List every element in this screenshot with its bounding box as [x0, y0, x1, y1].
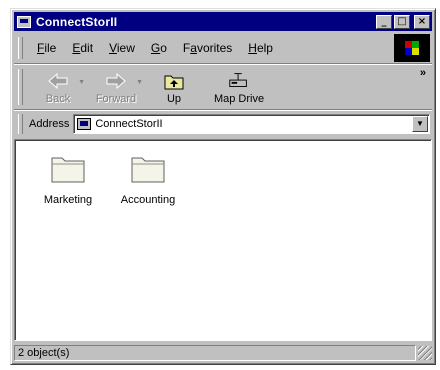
menu-help-label: elp: [256, 41, 273, 55]
folder-icon: [48, 152, 88, 186]
folder-label: Accounting: [120, 194, 176, 206]
close-button[interactable]: ×: [414, 14, 430, 29]
status-bar: 2 object(s): [14, 344, 432, 362]
address-dropdown-button[interactable]: ▼: [412, 116, 428, 132]
toolbar-grip[interactable]: [18, 69, 23, 105]
forward-arrow-icon: [104, 71, 128, 91]
menu-file-label: ile: [44, 41, 57, 55]
resize-grip-icon[interactable]: [418, 346, 432, 360]
menu-favorites-label: vorites: [196, 41, 233, 55]
address-field[interactable]: ConnectStorII ▼: [73, 114, 430, 134]
menu-go-accel: G: [150, 41, 161, 55]
folder-label: Marketing: [43, 194, 93, 206]
up-folder-icon: [162, 71, 186, 91]
menu-go[interactable]: Go: [143, 41, 175, 55]
folder-view[interactable]: Marketing Accounting: [14, 139, 432, 341]
menu-view[interactable]: View: [101, 41, 143, 55]
menu-view-accel: V: [109, 41, 117, 55]
menu-view-label: iew: [116, 41, 135, 55]
window-app-icon[interactable]: [17, 15, 31, 28]
maximize-button[interactable]: □: [394, 14, 410, 29]
window-title: ConnectStorII: [36, 14, 118, 29]
menu-go-label: o: [160, 41, 167, 55]
back-label: Back: [45, 93, 71, 105]
menu-favorites[interactable]: Favorites: [175, 41, 240, 55]
forward-dropdown-icon[interactable]: ▼: [136, 79, 143, 86]
status-text: 2 object(s): [14, 345, 416, 361]
menu-edit-label: dit: [80, 41, 94, 55]
folder-item-marketing[interactable]: Marketing: [33, 152, 103, 206]
forward-label: Forward: [95, 93, 137, 105]
folder-item-accounting[interactable]: Accounting: [113, 152, 183, 206]
windows-logo-icon: [405, 41, 419, 55]
map-drive-button[interactable]: Map Drive: [203, 65, 275, 109]
map-drive-icon: [227, 71, 251, 91]
address-bar-grip[interactable]: [18, 114, 23, 134]
back-arrow-icon: [46, 71, 70, 91]
menu-bar: File Edit View Go Favorites Help: [14, 33, 432, 64]
address-value[interactable]: ConnectStorII: [95, 118, 412, 130]
up-label: Up: [166, 93, 182, 105]
windows-logo-throbber: [394, 34, 430, 62]
standard-toolbar: Back ▼ Forward ▼ Up Map Drive »: [14, 65, 432, 110]
explorer-window: ConnectStorII _ □ × File Edit View Go Fa…: [10, 8, 436, 365]
menu-favorites-accel: a: [190, 41, 197, 55]
menu-bar-grip[interactable]: [18, 37, 23, 59]
menu-help[interactable]: Help: [240, 41, 281, 55]
address-label: Address: [29, 118, 70, 130]
menu-help-accel: H: [248, 41, 257, 55]
back-dropdown-icon[interactable]: ▼: [78, 79, 85, 86]
forward-button[interactable]: Forward ▼: [87, 65, 145, 109]
folder-icon: [128, 152, 168, 186]
menu-file[interactable]: File: [29, 41, 64, 55]
back-button[interactable]: Back ▼: [29, 65, 87, 109]
toolbar-more-chevron-icon[interactable]: »: [420, 67, 426, 79]
map-drive-label: Map Drive: [213, 93, 265, 105]
drive-icon: [77, 118, 92, 130]
up-button[interactable]: Up: [145, 65, 203, 109]
minimize-button[interactable]: _: [376, 14, 392, 29]
address-bar: Address ConnectStorII ▼: [14, 111, 432, 137]
menu-edit[interactable]: Edit: [64, 41, 101, 55]
title-bar[interactable]: ConnectStorII _ □ ×: [14, 12, 432, 31]
